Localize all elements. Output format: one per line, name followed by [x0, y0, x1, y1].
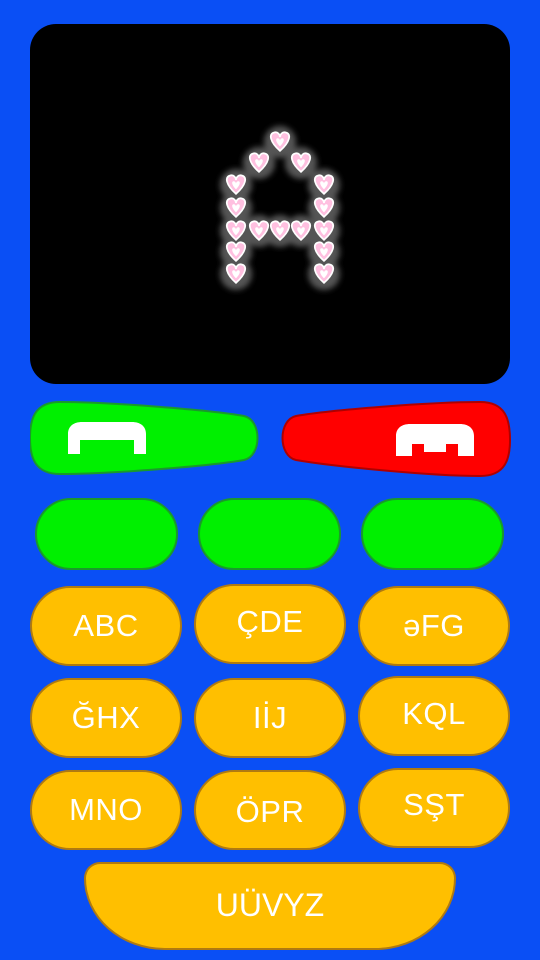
key-label: ÖPR [235, 794, 305, 829]
soft-key-left[interactable] [35, 498, 178, 570]
key-opr[interactable]: ÖPR [194, 770, 346, 850]
key-label: IİJ [252, 700, 288, 735]
heart-letter-glyph [220, 126, 340, 290]
key-kql[interactable]: KQL [358, 676, 510, 756]
key-label: ĞHX [71, 700, 141, 735]
key-uuvyz[interactable]: UÜVYZ [84, 862, 456, 950]
key-label: SŞT [403, 787, 465, 822]
phone-hangup-icon [396, 424, 474, 456]
key-label: ÇDE [236, 604, 304, 639]
key-mno[interactable]: MNO [30, 770, 182, 850]
soft-key-right[interactable] [361, 498, 504, 570]
key-label: MNO [69, 792, 143, 827]
key-sst[interactable]: SŞT [358, 768, 510, 848]
key-ghx[interactable]: ĞHX [30, 678, 182, 758]
key-iij[interactable]: IİJ [194, 678, 346, 758]
display-screen [30, 24, 510, 384]
key-label: əFG [403, 608, 465, 643]
key-cde[interactable]: ÇDE [194, 584, 346, 664]
key-efg[interactable]: əFG [358, 586, 510, 666]
key-label: ABC [73, 608, 139, 643]
soft-key-middle[interactable] [198, 498, 341, 570]
call-accept-button[interactable] [30, 400, 260, 476]
key-label: KQL [402, 696, 466, 731]
key-abc[interactable]: ABC [30, 586, 182, 666]
key-label: UÜVYZ [215, 886, 325, 923]
call-end-button[interactable] [280, 400, 512, 478]
